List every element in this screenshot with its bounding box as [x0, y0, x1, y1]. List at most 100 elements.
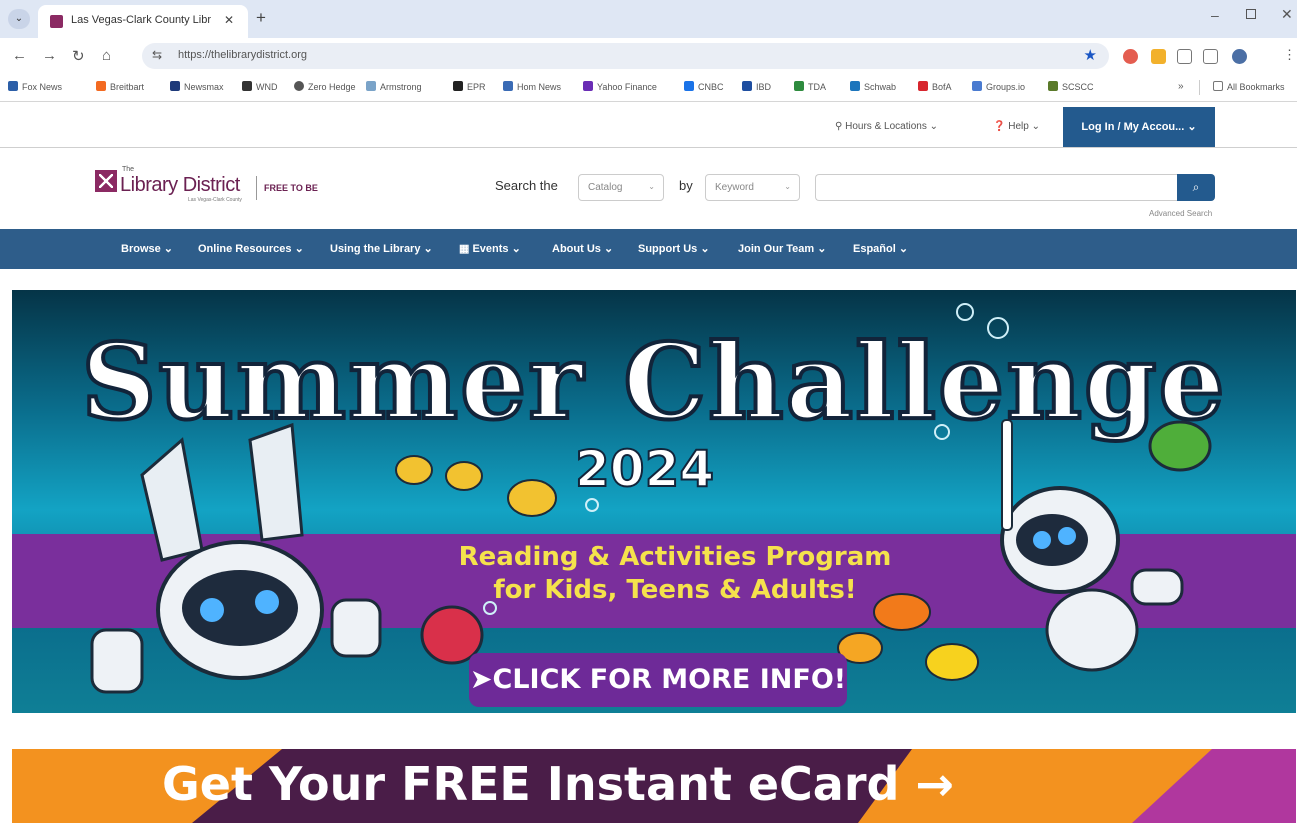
ecard-pink-stripe	[1132, 749, 1296, 823]
search-input[interactable]	[815, 174, 1177, 201]
browser-tab[interactable]: Las Vegas-Clark County Library ✕	[38, 5, 248, 38]
bookmark-item[interactable]: IBD	[742, 81, 771, 92]
folder-icon	[1213, 81, 1223, 91]
summer-challenge-banner[interactable]: Summer Challenge 2024 Reading & Activiti…	[12, 290, 1296, 713]
all-bookmarks-button[interactable]: All Bookmarks	[1213, 81, 1285, 92]
logo-divider	[256, 176, 257, 200]
bookmark-icon	[742, 81, 752, 91]
extension-note-icon[interactable]	[1151, 49, 1166, 64]
advanced-search-link[interactable]: Advanced Search	[1149, 209, 1212, 218]
reload-icon[interactable]: ↻	[72, 47, 85, 65]
bookmark-item[interactable]: SCSCC	[1048, 81, 1094, 92]
logo-the: The	[122, 166, 135, 173]
browser-toolbar: ← → ↻ ⌂ ⇆ https://thelibrarydistrict.org…	[0, 38, 1297, 74]
extensions-puzzle-icon[interactable]	[1203, 49, 1218, 64]
extension-tag-icon[interactable]	[1177, 49, 1192, 64]
extension-shield-icon[interactable]	[1123, 49, 1138, 64]
window-close-icon[interactable]: ✕	[1281, 6, 1293, 23]
bookmark-icon	[170, 81, 180, 91]
calendar-icon: ▦	[459, 243, 473, 255]
utility-bar: ⚲ Hours & Locations ⌄ ❓ Help ⌄ Log In / …	[0, 103, 1297, 147]
bookmark-item[interactable]: EPR	[453, 81, 486, 92]
bookmark-icon	[918, 81, 928, 91]
bookmark-item[interactable]: CNBC	[684, 81, 724, 92]
login-button[interactable]: Log In / My Accou... ⌄	[1063, 107, 1215, 147]
address-bar[interactable]: ⇆ https://thelibrarydistrict.org ★	[142, 43, 1109, 69]
browser-tabstrip: ⌄ Las Vegas-Clark County Library ✕ + – ✕	[0, 0, 1297, 38]
bookmark-icon	[684, 81, 694, 91]
bookmark-item[interactable]: Groups.io	[972, 81, 1025, 92]
nav-browse[interactable]: Browse ⌄	[121, 242, 173, 255]
bookmark-item[interactable]: Schwab	[850, 81, 896, 92]
logo-tagline: FREE TO BE	[264, 183, 318, 193]
bookmark-item[interactable]: TDA	[794, 81, 826, 92]
bookmarks-bar: Fox News Breitbart Newsmax WND Zero Hedg…	[0, 74, 1297, 102]
maximize-icon[interactable]	[1246, 9, 1256, 19]
paper-plane-icon: ➤	[469, 664, 493, 695]
bookmark-icon	[583, 81, 593, 91]
chevron-down-icon: ⌄	[784, 182, 791, 191]
nav-events[interactable]: ▦ Events ⌄	[459, 242, 521, 255]
search-scope-select[interactable]: Catalog ⌄	[578, 174, 664, 201]
bookmark-item[interactable]: Zero Hedge	[294, 81, 356, 92]
chevron-down-icon: ⌄	[648, 182, 655, 191]
nav-online-resources[interactable]: Online Resources ⌄	[198, 242, 304, 255]
url-text: https://thelibrarydistrict.org	[178, 49, 307, 61]
bookmark-icon	[294, 81, 304, 91]
nav-about-us[interactable]: About Us ⌄	[552, 242, 613, 255]
favicon-icon	[50, 15, 63, 28]
bookmark-item[interactable]: Yahoo Finance	[583, 81, 657, 92]
nav-espanol[interactable]: Español ⌄	[853, 242, 908, 255]
main-navigation: Browse ⌄ Online Resources ⌄ Using the Li…	[0, 229, 1297, 269]
new-tab-icon[interactable]: +	[256, 8, 266, 28]
logo-icon	[95, 170, 117, 192]
bookmark-item[interactable]: Hom News	[503, 81, 561, 92]
bookmark-item[interactable]: Armstrong	[366, 81, 422, 92]
header-divider	[0, 147, 1297, 148]
ecard-text: Get Your FREE Instant eCard →	[162, 757, 954, 811]
logo-name: Library District	[120, 174, 240, 196]
search-label: Search the	[495, 178, 558, 193]
bookmark-icon	[850, 81, 860, 91]
hero-title: Summer Challenge	[79, 318, 1227, 445]
search-button[interactable]: ⌕	[1177, 174, 1215, 201]
bookmark-icon	[794, 81, 804, 91]
tab-search-icon[interactable]: ⌄	[8, 9, 30, 29]
ecard-banner[interactable]: Get Your FREE Instant eCard →	[12, 749, 1296, 823]
bookmark-icon	[453, 81, 463, 91]
close-icon[interactable]: ✕	[224, 13, 234, 27]
search-by-label: by	[679, 178, 693, 193]
location-pin-icon: ⚲	[835, 121, 846, 132]
nav-support-us[interactable]: Support Us ⌄	[638, 242, 710, 255]
home-icon[interactable]: ⌂	[102, 47, 111, 64]
search-field-select[interactable]: Keyword ⌄	[705, 174, 800, 201]
robot-left-illustration	[90, 422, 382, 694]
hours-locations-link[interactable]: ⚲ Hours & Locations ⌄	[835, 121, 938, 132]
bookmark-icon	[242, 81, 252, 91]
bookmark-item[interactable]: WND	[242, 81, 278, 92]
browser-menu-icon[interactable]: ⋮	[1283, 47, 1296, 63]
bookmark-item[interactable]: Fox News	[8, 81, 62, 92]
more-info-button[interactable]: ➤CLICK FOR MORE INFO!	[469, 653, 847, 707]
bookmarks-overflow-button[interactable]: »	[1178, 81, 1184, 92]
back-icon[interactable]: ←	[12, 47, 27, 64]
logo-subtitle: Las Vegas-Clark County	[188, 197, 242, 203]
help-icon: ❓	[993, 121, 1009, 132]
site-settings-icon[interactable]: ⇆	[152, 48, 162, 62]
tab-title: Las Vegas-Clark County Library	[71, 14, 211, 26]
bookmark-icon	[503, 81, 513, 91]
bookmark-star-icon[interactable]: ★	[1084, 46, 1097, 64]
help-link[interactable]: ❓ Help ⌄	[993, 121, 1040, 132]
nav-using-the-library[interactable]: Using the Library ⌄	[330, 242, 433, 255]
bookmark-icon	[8, 81, 18, 91]
bookmark-icon	[96, 81, 106, 91]
bookmark-item[interactable]: Breitbart	[96, 81, 144, 92]
forward-icon[interactable]: →	[42, 47, 57, 64]
bookmark-item[interactable]: Newsmax	[170, 81, 224, 92]
minimize-icon[interactable]: –	[1211, 7, 1219, 23]
bookmarks-divider	[1199, 80, 1200, 95]
profile-avatar[interactable]	[1232, 49, 1247, 64]
bookmark-item[interactable]: BofA	[918, 81, 952, 92]
nav-join-our-team[interactable]: Join Our Team ⌄	[738, 242, 826, 255]
hero-subtitle: Reading & Activities Program for Kids, T…	[458, 542, 892, 605]
